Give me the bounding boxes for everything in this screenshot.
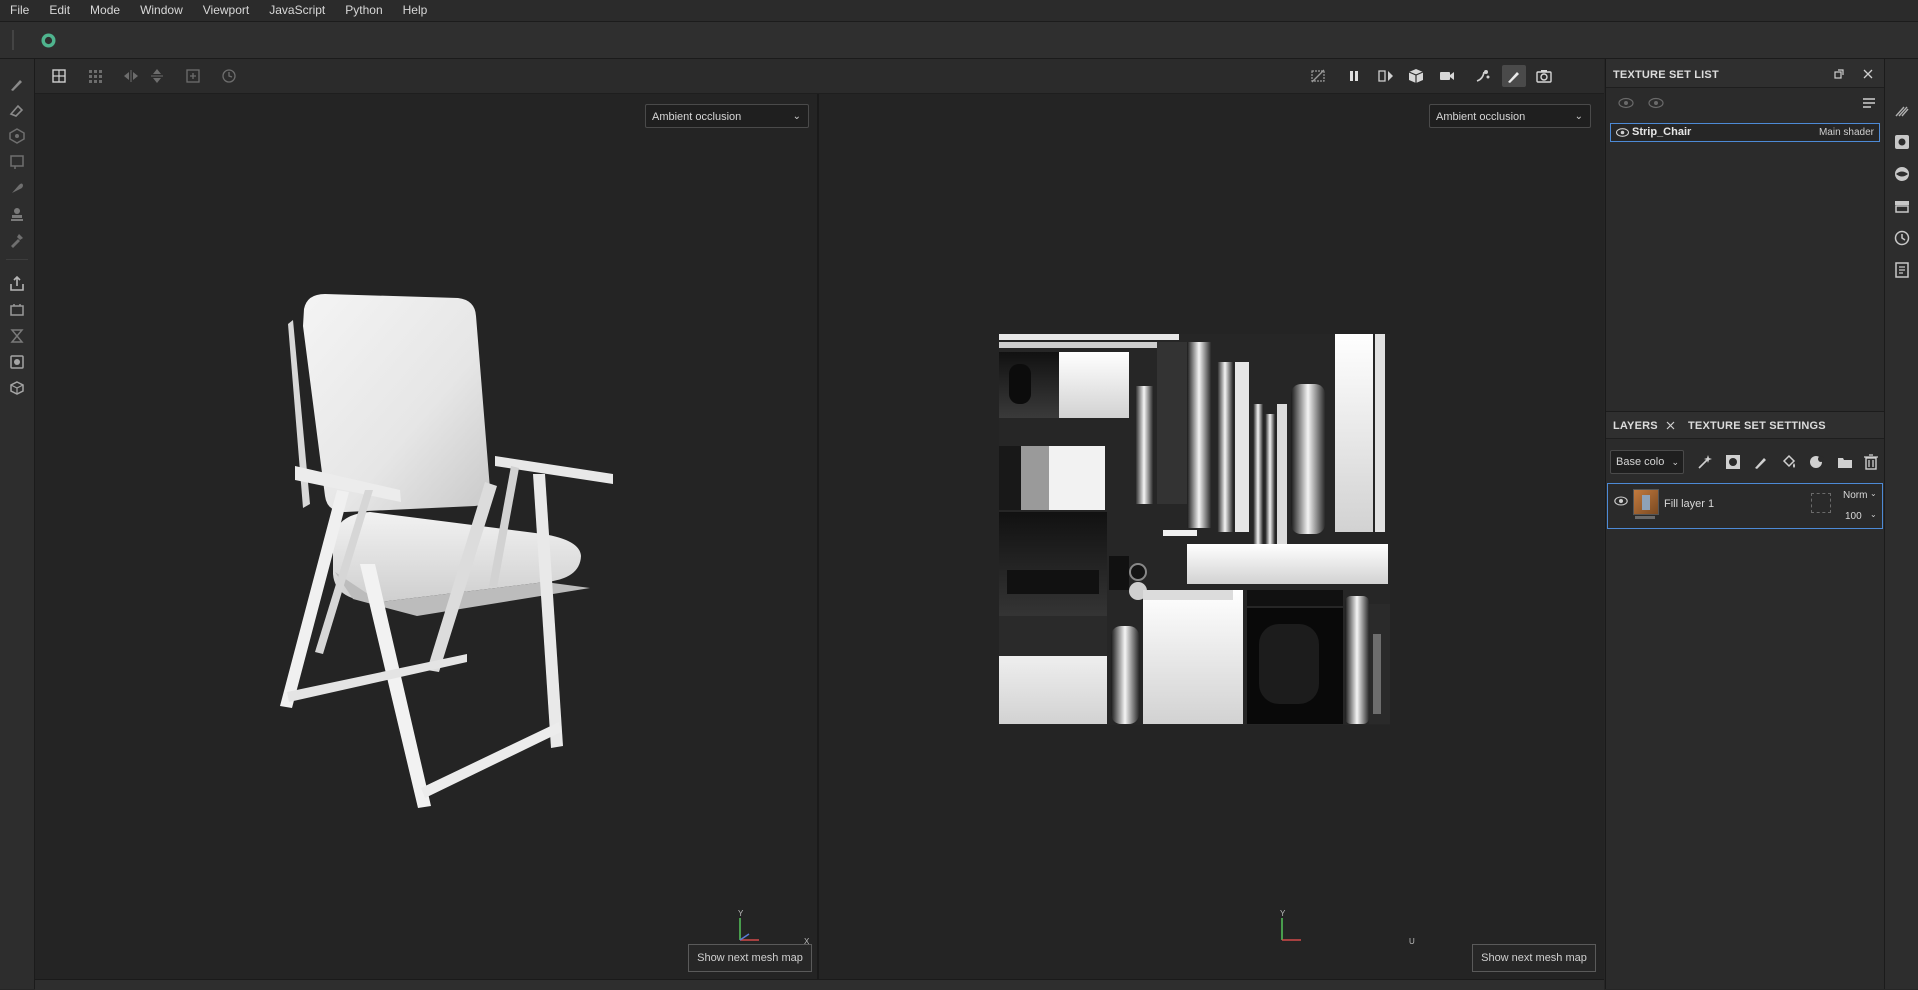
add-effect-icon[interactable] bbox=[1696, 453, 1714, 471]
close-tab-icon[interactable] bbox=[1666, 421, 1675, 430]
tile-grid-icon[interactable] bbox=[83, 65, 107, 87]
layer-mask-slot[interactable] bbox=[1811, 493, 1831, 513]
axis-label-u: U bbox=[1409, 937, 1415, 946]
display-settings-icon[interactable] bbox=[6, 351, 28, 373]
hide-all-icon[interactable] bbox=[1618, 97, 1634, 109]
menu-mode[interactable]: Mode bbox=[80, 0, 130, 21]
particle-icon[interactable] bbox=[1471, 65, 1495, 87]
delete-layer-icon[interactable] bbox=[1862, 453, 1880, 471]
list-options-icon[interactable] bbox=[1862, 96, 1876, 110]
status-strip bbox=[35, 979, 1604, 990]
color-picker-icon[interactable] bbox=[6, 229, 28, 251]
add-paint-layer-icon[interactable] bbox=[1752, 453, 1770, 471]
view-cube-icon[interactable] bbox=[1404, 65, 1428, 87]
add-mask-icon[interactable] bbox=[1724, 453, 1742, 471]
menu-window[interactable]: Window bbox=[130, 0, 193, 21]
viewport-toolbar bbox=[35, 59, 1604, 94]
grid-select-icon[interactable] bbox=[47, 65, 71, 87]
tab-texture-set-settings[interactable]: TEXTURE SET SETTINGS bbox=[1688, 420, 1826, 432]
add-frame-icon[interactable] bbox=[181, 65, 205, 87]
history-icon[interactable] bbox=[217, 65, 241, 87]
menu-bar: File Edit Mode Window Viewport JavaScrip… bbox=[0, 0, 1918, 22]
screenshot-icon[interactable] bbox=[1532, 65, 1556, 87]
mirror-vertical-icon[interactable] bbox=[145, 65, 169, 87]
menu-viewport[interactable]: Viewport bbox=[193, 0, 259, 21]
export-icon[interactable] bbox=[6, 273, 28, 295]
display-settings-icon[interactable] bbox=[1893, 133, 1911, 151]
tab-layers[interactable]: LAYERS bbox=[1613, 420, 1658, 432]
add-smart-material-icon[interactable] bbox=[1808, 453, 1826, 471]
show-all-icon[interactable] bbox=[1648, 97, 1664, 109]
menu-javascript[interactable]: JavaScript bbox=[259, 0, 335, 21]
layer-opacity[interactable]: 100 bbox=[1845, 511, 1862, 522]
menu-edit[interactable]: Edit bbox=[39, 0, 80, 21]
chevron-down-icon: ⌄ bbox=[1870, 510, 1877, 519]
visibility-eye-icon[interactable] bbox=[1616, 128, 1629, 137]
channel-select[interactable]: Base colo ⌄ bbox=[1610, 450, 1684, 474]
panel-icon-column bbox=[1884, 59, 1918, 989]
hourglass-icon[interactable] bbox=[6, 325, 28, 347]
log-icon[interactable] bbox=[1893, 261, 1911, 279]
layer-mask-bar bbox=[1635, 516, 1655, 519]
layer-thumbnail-figure bbox=[1642, 495, 1650, 510]
axis-label-y: Y bbox=[1280, 909, 1286, 918]
mirror-horizontal-icon[interactable] bbox=[119, 65, 143, 87]
show-next-mesh-map-button-2d[interactable]: Show next mesh map bbox=[1472, 944, 1596, 972]
tool-divider bbox=[6, 259, 28, 260]
chevron-down-icon: ⌄ bbox=[1574, 111, 1583, 122]
blend-mode[interactable]: Norm bbox=[1843, 490, 1867, 501]
layer-thumbnail[interactable] bbox=[1633, 489, 1659, 515]
mesh-icon[interactable] bbox=[6, 377, 28, 399]
texture-set-list-title: TEXTURE SET LIST bbox=[1613, 69, 1719, 81]
axis-label-y: Y bbox=[738, 909, 744, 918]
tool-sidebar bbox=[0, 59, 35, 989]
geometry-mask-icon[interactable] bbox=[6, 151, 28, 173]
close-icon[interactable] bbox=[1863, 69, 1873, 79]
show-next-mesh-map-button-3d[interactable]: Show next mesh map bbox=[688, 944, 812, 972]
texture-set-row[interactable]: Strip_Chair Main shader bbox=[1610, 123, 1880, 142]
chevron-down-icon: ⌄ bbox=[1671, 457, 1679, 467]
undock-icon[interactable] bbox=[1834, 69, 1844, 79]
pause-icon[interactable] bbox=[1342, 65, 1366, 87]
texture-set-name: Strip_Chair bbox=[1632, 126, 1692, 138]
shelf-icon[interactable] bbox=[1893, 197, 1911, 215]
brush-settings-icon[interactable] bbox=[1893, 101, 1911, 119]
layer-row[interactable]: Fill layer 1 Norm ⌄ 100 ⌄ bbox=[1607, 483, 1883, 529]
chevron-down-icon: ⌄ bbox=[1870, 489, 1877, 498]
hide-ui-icon[interactable] bbox=[1306, 65, 1330, 87]
camera-icon[interactable] bbox=[1435, 65, 1459, 87]
channel-dropdown-label: Ambient occlusion bbox=[1436, 111, 1526, 123]
channel-select-label: Base colo bbox=[1616, 456, 1665, 468]
context-toolbar bbox=[0, 22, 1918, 59]
add-folder-icon[interactable] bbox=[1836, 453, 1854, 471]
chair-model bbox=[280, 294, 613, 808]
symmetry-icon[interactable] bbox=[1374, 65, 1398, 87]
toolbar-grip[interactable] bbox=[12, 30, 14, 50]
menu-file[interactable]: File bbox=[0, 0, 39, 21]
texture-set-shader[interactable]: Main shader bbox=[1819, 127, 1874, 138]
paint-brush-icon[interactable] bbox=[6, 73, 28, 95]
visibility-eye-icon[interactable] bbox=[1614, 496, 1628, 506]
viewport-2d[interactable]: Ambient occlusion ⌄ Y U Show next mesh m… bbox=[819, 94, 1604, 979]
viewport-3d[interactable]: Ambient occlusion ⌄ Y X Show next mesh m… bbox=[35, 94, 817, 979]
smudge-icon[interactable] bbox=[6, 177, 28, 199]
paint-mode-icon[interactable] bbox=[1502, 65, 1526, 87]
app-logo-icon[interactable] bbox=[40, 32, 57, 49]
uv-texture-map bbox=[999, 334, 1390, 725]
clone-stamp-icon[interactable] bbox=[6, 203, 28, 225]
layer-name[interactable]: Fill layer 1 bbox=[1664, 498, 1714, 510]
projection-icon[interactable] bbox=[6, 125, 28, 147]
right-panel: TEXTURE SET LIST Strip_Chair Main shader… bbox=[1605, 59, 1884, 989]
eraser-icon[interactable] bbox=[6, 99, 28, 121]
menu-python[interactable]: Python bbox=[335, 0, 392, 21]
add-fill-layer-icon[interactable] bbox=[1780, 453, 1798, 471]
menu-help[interactable]: Help bbox=[393, 0, 438, 21]
environment-icon[interactable] bbox=[1893, 165, 1911, 183]
channel-dropdown-2d[interactable]: Ambient occlusion ⌄ bbox=[1429, 104, 1591, 128]
history-icon[interactable] bbox=[1893, 229, 1911, 247]
bake-icon[interactable] bbox=[6, 299, 28, 321]
